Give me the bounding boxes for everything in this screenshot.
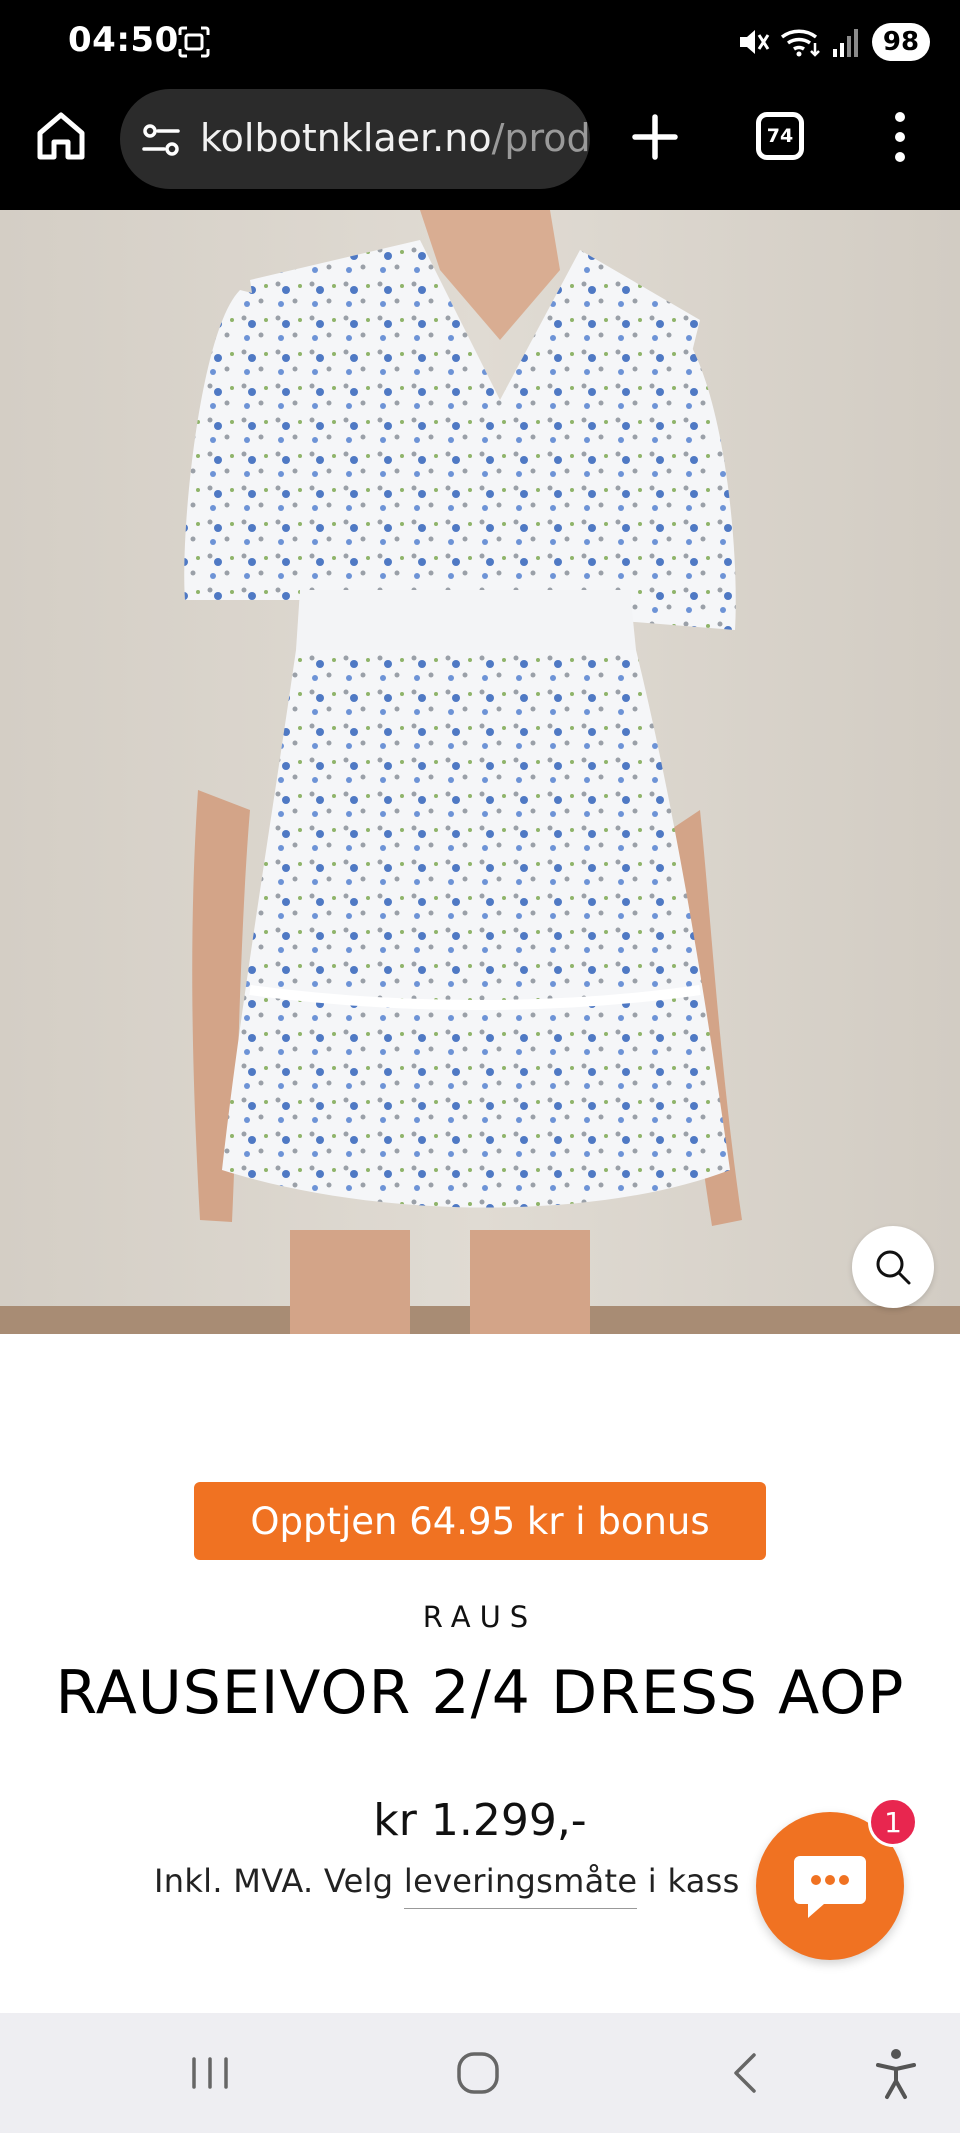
status-time: 04:50 xyxy=(68,20,179,60)
product-image[interactable] xyxy=(0,210,960,1334)
more-vert-icon[interactable] xyxy=(880,109,920,165)
chat-unread-badge: 1 xyxy=(868,1797,918,1847)
mute-icon xyxy=(740,30,770,54)
back-icon[interactable] xyxy=(716,2043,776,2103)
zoom-button[interactable] xyxy=(852,1226,934,1308)
battery-level: 98 xyxy=(872,23,930,61)
signal-icon xyxy=(833,29,858,57)
status-bar: 04:50 98 xyxy=(0,0,960,84)
tax-note-prefix: Inkl. MVA. Velg xyxy=(154,1862,404,1900)
system-nav-bar xyxy=(0,2013,960,2133)
chat-bubble-icon xyxy=(794,1856,866,1918)
screenshot-icon xyxy=(178,26,210,58)
dress-photo xyxy=(0,210,960,1334)
url-text: kolbotnklaer.no/prod xyxy=(200,116,590,160)
wifi-icon xyxy=(780,29,820,57)
recent-apps-icon[interactable] xyxy=(180,2043,240,2103)
plus-icon[interactable] xyxy=(630,112,680,162)
brand-label[interactable]: RAUS xyxy=(0,1600,960,1634)
bonus-badge: Opptjen 64.95 kr i bonus xyxy=(194,1482,766,1560)
accessibility-icon[interactable] xyxy=(866,2043,926,2103)
home-icon[interactable] xyxy=(34,109,88,163)
tabs-button[interactable]: 74 xyxy=(756,112,804,160)
home-circle-icon[interactable] xyxy=(448,2043,508,2103)
tax-note: Inkl. MVA. Velg leveringsmåte i kass xyxy=(154,1862,740,1909)
site-settings-icon[interactable] xyxy=(140,119,182,161)
search-icon xyxy=(876,1250,911,1285)
address-bar[interactable]: kolbotnklaer.no/prod xyxy=(120,89,590,189)
status-icons: 98 xyxy=(736,20,930,64)
tax-note-suffix: i kass xyxy=(637,1862,740,1900)
url-host: kolbotnklaer.no xyxy=(200,116,492,160)
product-title: RAUSEIVOR 2/4 DRESS AOP xyxy=(55,1658,905,1728)
delivery-method-link[interactable]: leveringsmåte xyxy=(403,1862,638,1909)
browser-toolbar: kolbotnklaer.no/prod 74 xyxy=(0,84,960,210)
url-path: /prod xyxy=(491,116,590,160)
